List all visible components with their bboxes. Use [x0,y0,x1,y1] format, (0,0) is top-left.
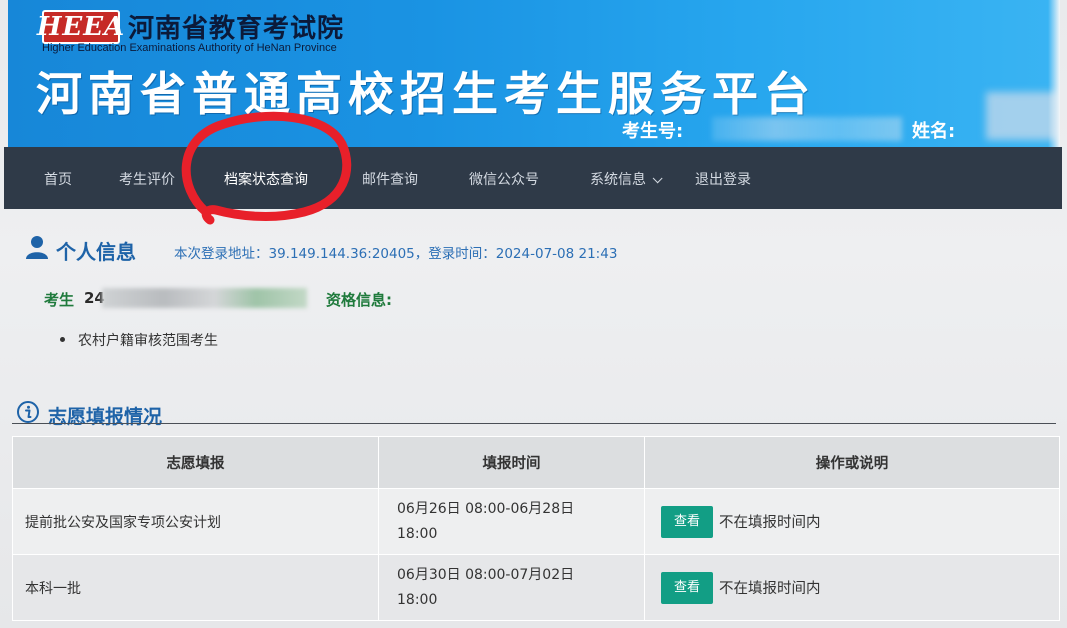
main-nav: 首页 考生评价 档案状态查询 邮件查询 微信公众号 系统信息 退出登录 [4,147,1062,209]
volunteer-table: 志愿填报 填报时间 操作或说明 提前批公安及国家专项公安计划 06月26日 08… [12,436,1060,621]
personal-info-title: 个人信息 [56,240,136,264]
platform-title: 河南省普通高校招生考生服务平台 [36,67,816,121]
time-line-1: 06月26日 08:00-06月28日 [397,500,575,517]
time-cell: 06月30日 08:00-07月02日 18:00 [378,554,645,621]
time-line-1: 06月30日 08:00-07月02日 [397,566,575,583]
nav-logout[interactable]: 退出登录 [695,169,751,189]
status-note: 不在填报时间内 [719,515,821,531]
status-note: 不在填报时间内 [719,581,821,597]
volunteer-section-title: 志愿填报情况 [48,406,163,428]
view-button[interactable]: 查看 [661,571,713,604]
logo-text: HEEA [36,12,126,42]
section-divider [12,423,1056,424]
nav-archive-status[interactable]: 档案状态查询 [224,169,308,189]
nav-system-info[interactable]: 系统信息 [590,169,663,189]
org-name-en: Higher Education Examinations Authority … [42,42,337,54]
candidate-name-label: 姓名: [912,121,956,142]
candidate-info-redacted [102,288,307,308]
candidate-prefix: 考生 [44,291,75,309]
banner-edge [1048,0,1060,147]
batch-cell: 本科一批 [12,554,379,621]
heea-logo: HEEA [37,10,124,44]
candidate-number-redacted [712,117,902,141]
col-header-time: 填报时间 [378,436,645,489]
action-cell: 查看 不在填报时间内 [644,488,1060,555]
nav-system-info-label: 系统信息 [590,172,646,188]
col-header-batch: 志愿填报 [12,436,379,489]
col-header-action: 操作或说明 [644,436,1060,489]
header-banner: HEEA 河南省教育考试院 Higher Education Examinati… [8,0,1060,147]
time-line-2: 18:00 [397,525,438,542]
nav-wechat[interactable]: 微信公众号 [469,169,539,189]
qualification-list: 农村户籍审核范围考生 [58,330,218,350]
person-icon [26,236,48,259]
chevron-down-icon [652,173,663,184]
view-button[interactable]: 查看 [661,505,713,538]
qualification-item: 农村户籍审核范围考生 [58,330,218,350]
nav-candidate-evaluation[interactable]: 考生评价 [119,169,175,189]
info-circle-icon [17,401,39,423]
nav-mail-query[interactable]: 邮件查询 [362,169,418,189]
batch-cell: 提前批公安及国家专项公安计划 [12,488,379,555]
candidate-number-label: 考生号: [622,121,684,142]
org-name-cn: 河南省教育考试院 [128,14,345,44]
nav-home[interactable]: 首页 [44,169,72,189]
qualification-label: 资格信息: [326,291,392,309]
table-header-row: 志愿填报 填报时间 操作或说明 [12,436,1060,489]
time-cell: 06月26日 08:00-06月28日 18:00 [378,488,645,555]
time-line-2: 18:00 [397,591,438,608]
table-row: 本科一批 06月30日 08:00-07月02日 18:00 查看 不在填报时间内 [12,554,1060,621]
table-row: 提前批公安及国家专项公安计划 06月26日 08:00-06月28日 18:00… [12,488,1060,555]
action-cell: 查看 不在填报时间内 [644,554,1060,621]
login-info: 本次登录地址：39.149.144.36:20405，登录时间：2024-07-… [174,246,618,262]
